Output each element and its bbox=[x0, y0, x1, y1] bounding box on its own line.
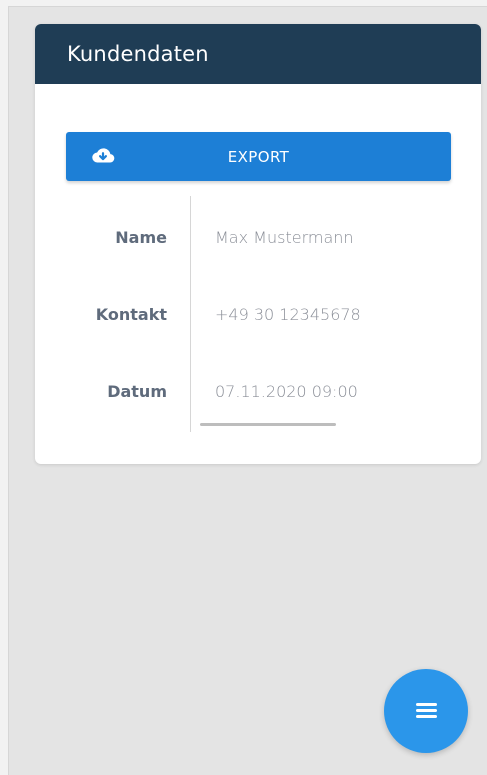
date-value: 07.11.2020 09:00 bbox=[215, 382, 358, 401]
date-label: Datum bbox=[107, 382, 167, 401]
customer-data-card: Kundendaten EXPORT Name Max Mustermann K… bbox=[35, 24, 481, 464]
export-label: EXPORT bbox=[227, 147, 290, 166]
menu-fab-button[interactable] bbox=[384, 669, 468, 753]
contact-row: Kontakt +49 30 12345678 bbox=[66, 300, 451, 330]
cloud-download-icon bbox=[92, 148, 115, 163]
contact-value: +49 30 12345678 bbox=[215, 305, 361, 324]
date-underline bbox=[200, 423, 336, 426]
card-header: Kundendaten bbox=[35, 24, 481, 84]
menu-icon bbox=[415, 703, 437, 719]
name-value: Max Mustermann bbox=[215, 228, 354, 247]
export-button[interactable]: EXPORT bbox=[66, 132, 451, 181]
app-screen: Kundendaten EXPORT Name Max Mustermann K… bbox=[8, 6, 487, 775]
card-title: Kundendaten bbox=[67, 42, 209, 66]
contact-label: Kontakt bbox=[95, 305, 167, 324]
customer-details: Name Max Mustermann Kontakt +49 30 12345… bbox=[66, 196, 451, 432]
date-row: Datum 07.11.2020 09:00 bbox=[66, 377, 451, 407]
name-label: Name bbox=[115, 228, 167, 247]
name-row: Name Max Mustermann bbox=[66, 223, 451, 253]
